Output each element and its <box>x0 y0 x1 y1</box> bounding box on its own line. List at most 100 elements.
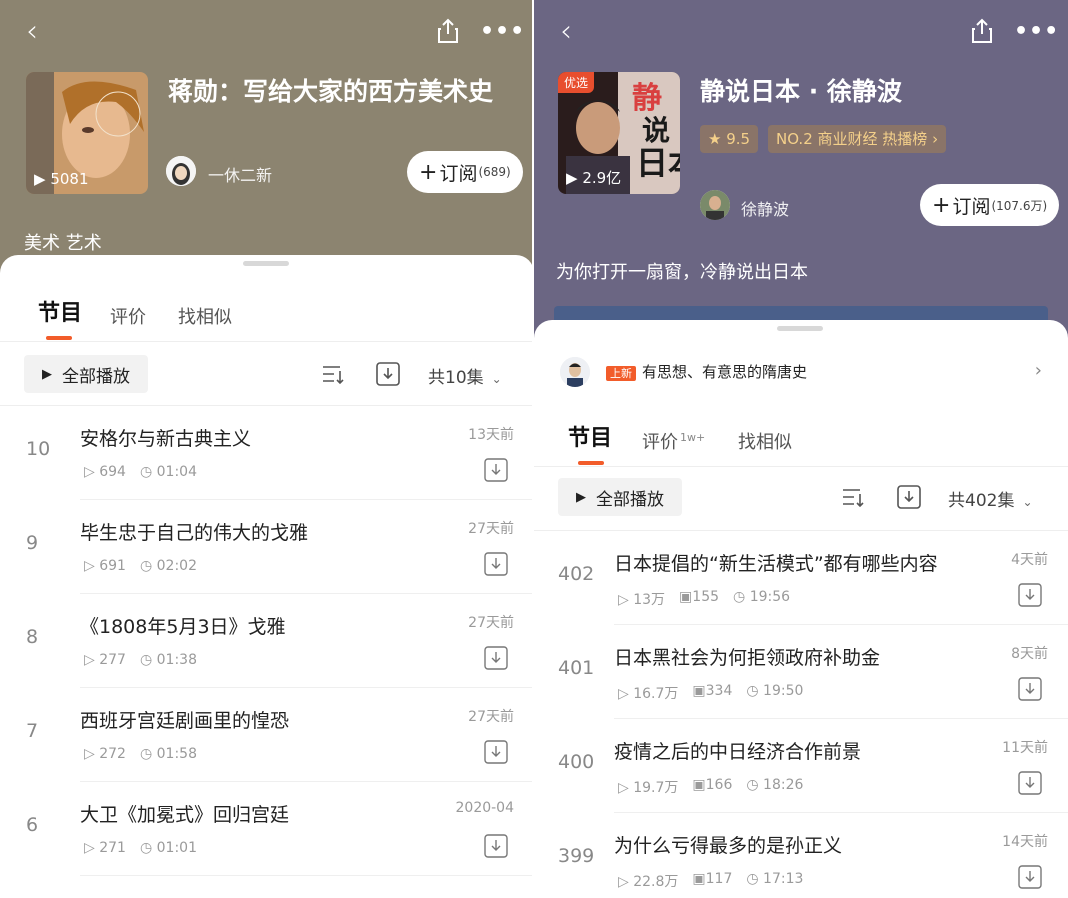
download-icon[interactable] <box>484 646 508 670</box>
play-count: ▷ 271 <box>84 840 126 856</box>
episode-title[interactable]: 毕生忠于自己的伟大的戈雅 <box>80 518 308 545</box>
episode-number: 7 <box>26 720 39 742</box>
author-avatar[interactable] <box>700 190 730 220</box>
episode-date: 27天前 <box>468 615 514 631</box>
episode-title[interactable]: 日本提倡的“新生活模式”都有哪些内容 <box>614 549 938 576</box>
episode-title[interactable]: 《1808年5月3日》戈雅 <box>80 612 286 639</box>
episode-number: 9 <box>26 532 39 554</box>
more-icon[interactable]: ••• <box>1014 18 1059 46</box>
cover-play-count: ▶ 5081 <box>34 170 89 188</box>
episode-count-selector[interactable]: 共10集 ⌄ <box>428 363 502 388</box>
back-icon[interactable]: ‹ <box>560 17 572 47</box>
episode-number: 399 <box>558 845 595 867</box>
subscribe-button[interactable]: + 订阅 (107.6万) <box>920 184 1060 226</box>
episode-row[interactable]: 6 大卫《加冕式》回归宫廷 ▷ 271 ◷ 01:01 2020-04 <box>0 782 534 876</box>
chevron-right-icon: › <box>1034 360 1042 381</box>
episode-row[interactable]: 9 毕生忠于自己的伟大的戈雅 ▷ 691 ◷ 02:02 27天前 <box>0 500 534 594</box>
episode-meta: ▷ 277 ◷ 01:38 <box>84 652 197 668</box>
play-all-button[interactable]: ▶ 全部播放 <box>558 478 682 516</box>
play-all-button[interactable]: ▶ 全部播放 <box>24 355 148 393</box>
left-album-page: ‹ ••• ▶ 5081 蒋勋：写给大家的西方美术史 一休二新 + 订阅 (68… <box>0 0 534 898</box>
download-icon[interactable] <box>484 834 508 858</box>
episode-row[interactable]: 402 日本提倡的“新生活模式”都有哪些内容 ▷ 13万 ▣155 ◷ 19:56 4天前 <box>534 531 1068 625</box>
back-icon[interactable]: ‹ <box>26 17 38 47</box>
episode-row[interactable]: 400 疫情之后的中日经济合作前景 ▷ 19.7万 ▣166 ◷ 18:26 11天前 <box>534 719 1068 813</box>
promo-title: 有思想、有意思的隋唐史 <box>642 363 808 381</box>
album-cover[interactable]: 静 说 日本 优选 ▶ 2.9亿 <box>558 72 680 194</box>
author-name[interactable]: 一休二新 <box>208 162 272 186</box>
episode-date: 14天前 <box>1002 834 1048 850</box>
subscribe-button[interactable]: + 订阅 (689) <box>407 151 523 193</box>
new-tag: 上新 <box>606 366 636 381</box>
episode-row[interactable]: 8 《1808年5月3日》戈雅 ▷ 277 ◷ 01:38 27天前 <box>0 594 534 688</box>
batch-download-icon[interactable] <box>375 361 401 387</box>
tab-similar[interactable]: 找相似 <box>178 303 232 329</box>
tab-bar: 节目 评价 1w+ 找相似 <box>534 420 1068 480</box>
duration: ◷ 17:13 <box>746 871 804 887</box>
sort-icon[interactable] <box>320 361 346 387</box>
svg-text:静: 静 <box>632 81 662 116</box>
download-icon[interactable] <box>1018 771 1042 795</box>
list-toolbar: ▶ 全部播放 共402集 ⌄ <box>534 478 1068 518</box>
episode-number: 401 <box>558 657 595 679</box>
episode-sheet: 上新 有思想、有意思的隋唐史 › 节目 评价 1w+ 找相似 ▶ 全部播放 共402… <box>534 320 1068 898</box>
download-icon[interactable] <box>1018 677 1042 701</box>
episode-title[interactable]: 安格尔与新古典主义 <box>80 424 251 451</box>
episode-sheet: 节目 评价 找相似 ▶ 全部播放 共10集 ⌄ 10 安格尔与新古典主义 ▷ 694 ◷… <box>0 255 534 898</box>
episode-date: 27天前 <box>468 709 514 725</box>
divider <box>0 341 534 342</box>
episode-number: 400 <box>558 751 595 773</box>
author-name[interactable]: 徐静波 <box>741 196 789 220</box>
tab-active-indicator <box>578 461 604 465</box>
download-icon[interactable] <box>484 458 508 482</box>
tab-programs[interactable]: 节目 <box>568 420 612 452</box>
episode-row[interactable]: 399 为什么亏得最多的是孙正义 ▷ 22.8万 ▣117 ◷ 17:13 14天前 <box>534 813 1068 898</box>
review-count: 1w+ <box>680 431 706 444</box>
episode-title[interactable]: 西班牙宫廷剧画里的惶恐 <box>80 706 289 733</box>
episode-title[interactable]: 为什么亏得最多的是孙正义 <box>614 831 842 858</box>
album-title: 静说日本 · 徐静波 <box>700 77 902 106</box>
episode-date: 8天前 <box>1011 646 1048 662</box>
episode-meta: ▷ 691 ◷ 02:02 <box>84 558 197 574</box>
episode-meta: ▷ 16.7万 ▣334 ◷ 19:50 <box>618 683 803 703</box>
download-icon[interactable] <box>1018 583 1042 607</box>
tab-reviews[interactable]: 评价 1w+ <box>642 428 705 454</box>
episode-title[interactable]: 大卫《加冕式》回归宫廷 <box>80 800 289 827</box>
play-count: ▷ 16.7万 <box>618 686 679 702</box>
more-icon[interactable]: ••• <box>480 18 525 46</box>
play-count: ▷ 694 <box>84 464 126 480</box>
batch-download-icon[interactable] <box>896 484 922 510</box>
episode-date: 27天前 <box>468 521 514 537</box>
episode-row[interactable]: 7 西班牙宫廷剧画里的惶恐 ▷ 272 ◷ 01:58 27天前 <box>0 688 534 782</box>
rank-badge[interactable]: NO.2 商业财经 热播榜 › <box>768 125 947 153</box>
episode-meta: ▷ 13万 ▣155 ◷ 19:56 <box>618 589 790 609</box>
episode-row[interactable]: 401 日本黑社会为何拒领政府补助金 ▷ 16.7万 ▣334 ◷ 19:50 8天前 <box>534 625 1068 719</box>
download-icon[interactable] <box>484 552 508 576</box>
episode-number: 10 <box>26 438 51 460</box>
download-icon[interactable] <box>1018 865 1042 889</box>
episode-count-selector[interactable]: 共402集 ⌄ <box>948 486 1033 511</box>
tab-reviews[interactable]: 评价 <box>110 303 146 329</box>
album-cover[interactable]: ▶ 5081 <box>26 72 148 194</box>
play-count: ▷ 272 <box>84 746 126 762</box>
share-icon[interactable] <box>970 18 994 44</box>
download-icon[interactable] <box>484 740 508 764</box>
promo-avatar <box>560 357 590 387</box>
tab-similar[interactable]: 找相似 <box>738 428 792 454</box>
sort-icon[interactable] <box>840 484 866 510</box>
episode-title[interactable]: 日本黑社会为何拒领政府补助金 <box>614 643 880 670</box>
drag-handle[interactable] <box>777 326 823 331</box>
tab-programs[interactable]: 节目 <box>38 295 82 327</box>
duration: ◷ 02:02 <box>139 558 197 574</box>
share-icon[interactable] <box>436 18 460 44</box>
episode-number: 402 <box>558 563 595 585</box>
drag-handle[interactable] <box>243 261 289 266</box>
episode-row[interactable]: 10 安格尔与新古典主义 ▷ 694 ◷ 01:04 13天前 <box>0 406 534 500</box>
play-icon: ▶ <box>42 366 52 382</box>
new-album-promo[interactable]: 上新 有思想、有意思的隋唐史 › <box>534 352 1068 394</box>
author-avatar[interactable] <box>166 156 196 186</box>
episode-title[interactable]: 疫情之后的中日经济合作前景 <box>614 737 861 764</box>
tab-active-indicator <box>46 336 72 340</box>
star-icon: ★ <box>708 130 722 148</box>
comment-count: ▣155 <box>679 589 720 605</box>
